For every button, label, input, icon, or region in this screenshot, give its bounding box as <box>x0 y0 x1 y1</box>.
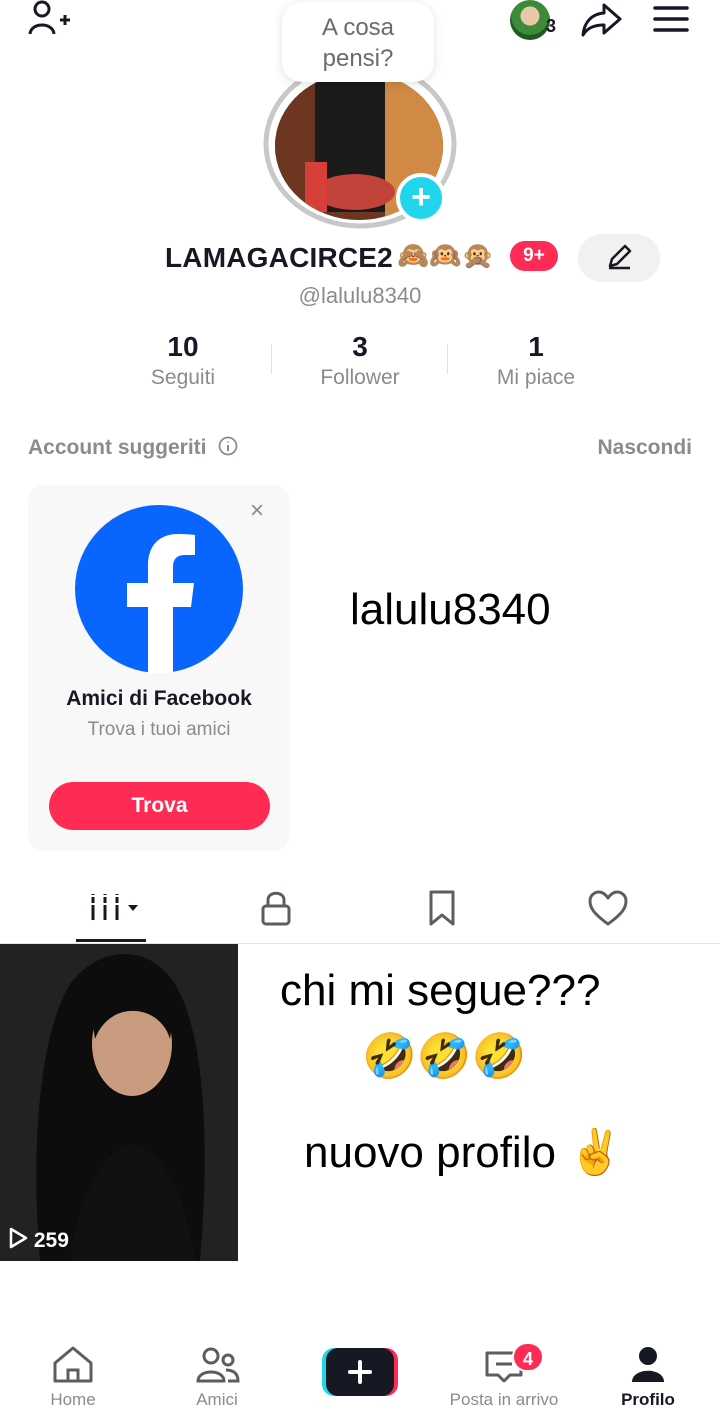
nav-friends-label: Amici <box>196 1390 238 1409</box>
stat-followers[interactable]: 3 Follower <box>275 330 445 392</box>
stat-divider <box>447 344 448 374</box>
plus-icon <box>322 1348 398 1396</box>
private-tab[interactable] <box>236 880 316 936</box>
stat-value: 10 <box>167 331 199 362</box>
find-friends-button[interactable]: Trova <box>49 782 270 830</box>
friends-icon <box>196 1347 240 1383</box>
inbox-badge: 4 <box>512 1342 544 1372</box>
add-friend-icon[interactable] <box>28 0 72 40</box>
display-name: LAMAGACIRCE2 <box>165 242 393 273</box>
nav-inbox[interactable]: Posta in arrivo <box>440 1345 568 1410</box>
play-icon <box>8 1227 28 1255</box>
username: @lalulu8340 <box>298 283 422 308</box>
lock-icon <box>261 891 291 926</box>
suggested-accounts-title: Account suggeriti <box>28 436 238 462</box>
heart-icon <box>588 890 628 926</box>
suggested-title-text: Account suggeriti <box>28 436 207 459</box>
nav-home-label: Home <box>50 1390 96 1409</box>
bookmark-icon <box>429 890 455 926</box>
inbox-icon <box>485 1351 523 1383</box>
hide-suggestions-link[interactable]: Nascondi <box>597 436 692 460</box>
caption-line-2: 🤣🤣🤣 <box>362 1032 527 1081</box>
stat-label: Seguiti <box>150 366 216 389</box>
share-icon[interactable] <box>580 2 622 38</box>
stat-label: Follower <box>320 366 400 389</box>
edit-profile-button[interactable] <box>578 234 660 282</box>
story-avatar[interactable] <box>510 0 550 40</box>
stat-value: 1 <box>528 331 544 362</box>
profile-icon <box>632 1347 664 1382</box>
videos-grid-icon <box>89 894 138 920</box>
stat-following[interactable]: 10 Seguiti <box>98 330 268 392</box>
pencil-icon <box>608 244 632 270</box>
create-button[interactable] <box>322 1348 398 1396</box>
card-title: Amici di Facebook <box>66 687 252 710</box>
name-row: LAMAGACIRCE2 🙈🙉🙊 9+ <box>0 234 720 282</box>
card-subtitle: Trova i tuoi amici <box>87 719 231 740</box>
nav-inbox-label: Posta in arrivo <box>449 1390 559 1409</box>
thought-bubble[interactable]: A cosa pensi? <box>282 2 434 82</box>
add-avatar-button[interactable]: + <box>396 173 446 223</box>
close-icon[interactable]: × <box>250 497 264 525</box>
view-count: 259 <box>8 1227 69 1255</box>
active-tab-indicator <box>76 939 146 942</box>
notification-badge[interactable]: 9+ <box>510 241 558 271</box>
caption-line-1: chi mi segue??? <box>280 966 601 1015</box>
liked-tab[interactable] <box>568 880 648 936</box>
name-emojis: 🙈🙉🙊 <box>397 240 495 270</box>
nav-profile[interactable]: Profilo <box>612 1345 684 1410</box>
stat-divider <box>271 344 272 374</box>
nav-friends[interactable]: Amici <box>184 1345 250 1410</box>
caption-line-3: nuovo profilo ✌️ <box>304 1128 623 1177</box>
thought-line-2: pensi? <box>322 45 394 72</box>
thought-line-1: A cosa <box>321 14 395 41</box>
videos-tab[interactable] <box>72 880 152 936</box>
view-count-number: 259 <box>33 1229 69 1252</box>
stat-value: 3 <box>352 331 368 362</box>
video-thumbnail-image <box>0 944 238 1261</box>
nav-profile-label: Profilo <box>621 1390 675 1409</box>
home-icon <box>53 1346 93 1383</box>
saved-tab[interactable] <box>402 880 482 936</box>
handle-overlay-text: lalulu8340 <box>350 585 551 634</box>
menu-icon[interactable] <box>652 4 690 34</box>
info-icon[interactable] <box>218 436 238 462</box>
facebook-friends-card: × Amici di Facebook Trova i tuoi amici T… <box>28 485 290 851</box>
nav-home[interactable]: Home <box>40 1345 106 1410</box>
stat-likes[interactable]: 1 Mi piace <box>451 330 621 392</box>
facebook-logo-icon <box>75 505 243 673</box>
story-count: 3 <box>546 16 557 36</box>
stat-label: Mi piace <box>496 366 576 389</box>
video-thumbnail[interactable]: 259 <box>0 944 238 1261</box>
